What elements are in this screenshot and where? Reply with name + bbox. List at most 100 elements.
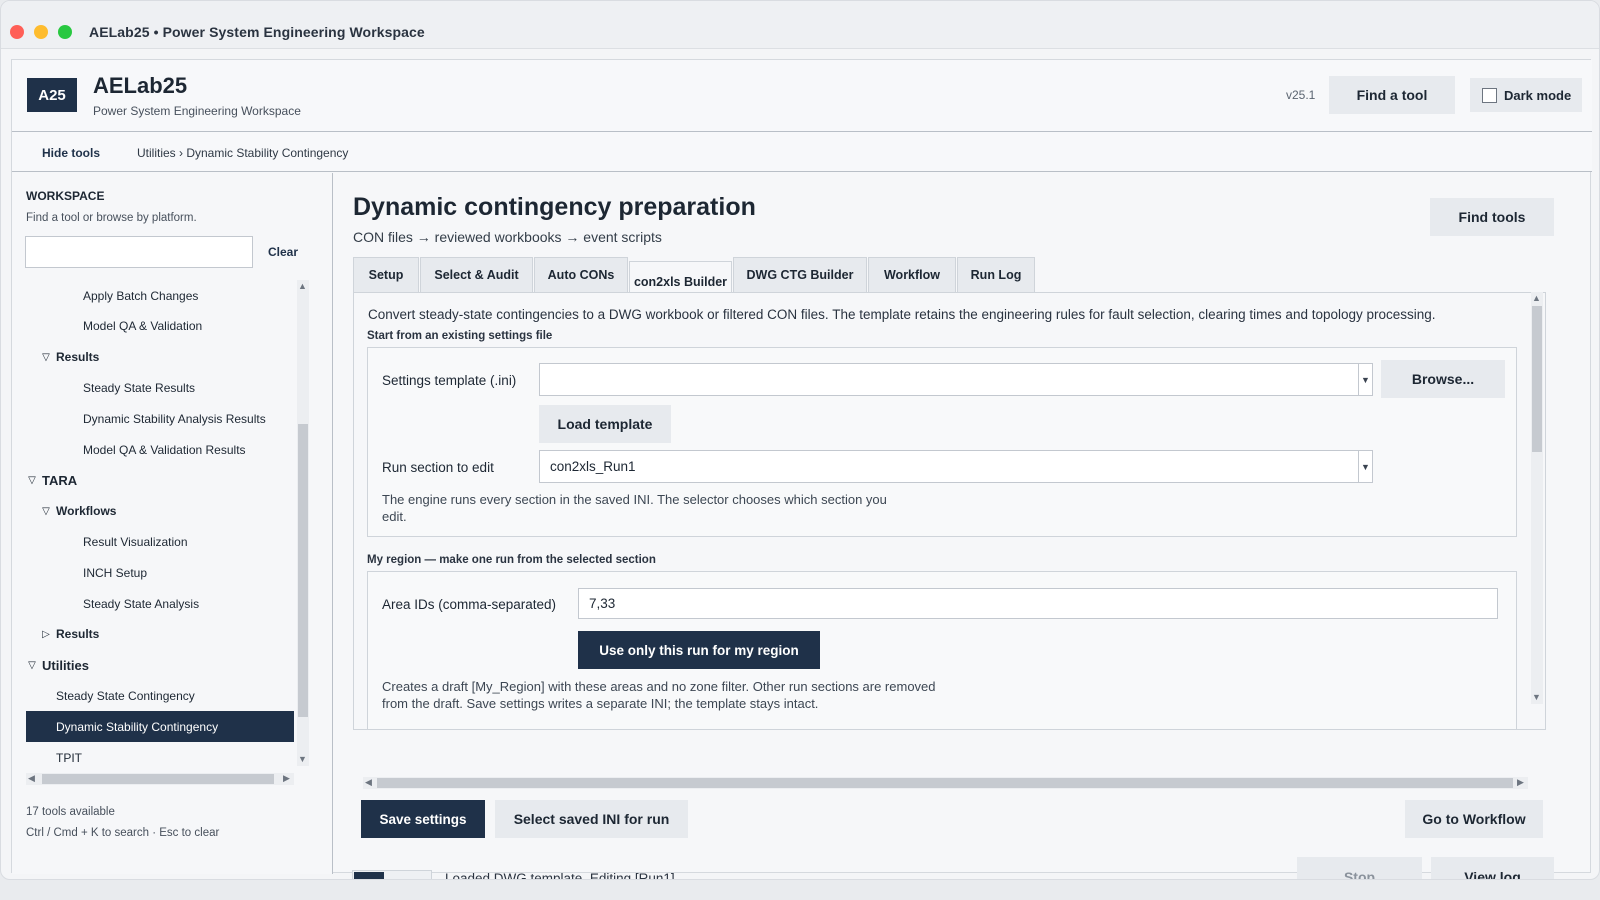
find-tools-button[interactable]: Find tools [1430,198,1554,236]
region-section-title: My region — make one run from the select… [367,554,656,566]
hide-tools-button[interactable]: Hide tools [42,146,100,160]
sidebar-item-label: Steady State Results [83,380,196,395]
sidebar-scroll-thumb[interactable] [298,424,308,717]
dark-mode-toggle[interactable]: Dark mode [1470,78,1582,112]
sidebar-item[interactable]: Steady State Contingency [26,680,294,711]
sidebar-item[interactable]: Dynamic Stability Analysis Results [26,403,294,434]
window-title: AELab25 • Power System Engineering Works… [89,24,425,40]
con2xls-builder-panel: Convert steady-state contingencies to a … [353,292,1546,730]
tab-item[interactable]: Setup [353,257,419,293]
sidebar-item-label: Dynamic Stability Analysis Results [83,411,266,426]
sidebar-item-label: Steady State Analysis [83,596,200,611]
caret-down-icon[interactable]: ▽ [26,660,38,671]
find-a-tool-button[interactable]: Find a tool [1329,76,1455,114]
sidebar-item[interactable]: ▷ Results [26,619,294,650]
tab-item[interactable]: Select & Audit [420,257,533,293]
view-log-button[interactable]: View log [1431,857,1554,879]
settings-section-box: Settings template (.ini) ▼ Browse... Loa… [367,347,1517,537]
scroll-up-icon[interactable]: ▲ [1532,293,1541,303]
sidebar-item[interactable]: INCH Setup [26,557,294,588]
sidebar-item[interactable]: Model QA & Validation [26,311,294,342]
dark-mode-checkbox[interactable] [1482,87,1497,103]
region-help-line2: from the draft. Save settings writes a s… [382,696,819,711]
scroll-right-icon[interactable]: ▶ [283,773,290,784]
workspace-title: WORKSPACE [26,189,105,203]
close-window-button[interactable] [10,25,24,39]
run-section-select[interactable]: con2xls_Run1 [539,450,1359,483]
sidebar-item[interactable]: Apply Batch Changes [26,280,294,311]
run-section-help-line2: edit. [382,509,407,524]
caret-down-icon[interactable]: ▽ [40,352,52,363]
select-saved-ini-button[interactable]: Select saved INI for run [495,800,688,838]
scroll-down-icon[interactable]: ▼ [1532,692,1541,702]
sidebar-item-label: Utilities [42,657,89,673]
tab-item[interactable]: con2xls Builder [629,261,732,295]
sidebar-item-label: Model QA & Validation Results [83,442,246,457]
app-name: AELab25 [93,73,188,98]
sidebar-item[interactable]: TPIT [26,742,294,772]
sidebar-item-label: Model QA & Validation [83,319,203,334]
use-region-button[interactable]: Use only this run for my region [578,631,820,669]
run-section-help-line1: The engine runs every section in the sav… [382,492,887,507]
sidebar-item-label: TARA [42,472,78,488]
caret-down-icon[interactable]: ▽ [40,506,52,517]
scroll-right-icon[interactable]: ▶ [1517,777,1524,788]
sidebar-item[interactable]: Steady State Results [26,372,294,403]
app-container: A25 AELab25 Power System Engineering Wor… [11,59,1592,879]
scroll-down-icon[interactable]: ▼ [298,754,307,764]
sidebar-item-label: Dynamic Stability Contingency [56,719,219,734]
main-content: Dynamic contingency preparation CON file… [334,173,1592,879]
panel-scroll-thumb[interactable] [1532,306,1542,452]
sidebar-horizontal-scrollbar[interactable]: ◀ ▶ [26,773,294,785]
stop-button[interactable]: Stop [1297,857,1422,879]
page-title: Dynamic contingency preparation [353,193,756,221]
tab-item[interactable]: DWG CTG Builder [733,257,867,293]
sidebar-item[interactable]: Steady State Analysis [26,588,294,619]
clear-search-button[interactable]: Clear [268,245,298,259]
go-to-workflow-button[interactable]: Go to Workflow [1405,800,1543,838]
settings-template-label: Settings template (.ini) [382,373,517,388]
sidebar-item-label: TPIT [56,750,82,765]
sidebar-hscroll-thumb[interactable] [42,774,274,784]
load-template-button[interactable]: Load template [539,405,671,443]
sidebar-item-label: Steady State Contingency [56,688,195,703]
status-text: Loaded DWG template. Editing [Run1]. [445,871,679,880]
scroll-left-icon[interactable]: ◀ [28,773,35,784]
panel-horizontal-scrollbar[interactable]: ◀ ▶ [363,777,1528,789]
app-header: A25 AELab25 Power System Engineering Wor… [12,60,1592,132]
tab-item[interactable]: Workflow [868,257,956,293]
scroll-left-icon[interactable]: ◀ [365,777,372,788]
area-ids-input[interactable]: 7,33 [578,588,1498,619]
sidebar-item-label: Results [56,350,100,365]
sidebar-item[interactable]: Result Visualization [26,526,294,557]
sidebar-vertical-scrollbar[interactable]: ▲ ▼ [297,280,309,766]
save-settings-button[interactable]: Save settings [361,800,485,838]
tab-item[interactable]: Run Log [957,257,1035,293]
settings-template-input[interactable] [539,363,1359,396]
breadcrumb-bar: Hide tools Utilities › Dynamic Stability… [12,132,1592,172]
region-help-line1: Creates a draft [My_Region] with these a… [382,679,936,694]
caret-right-icon[interactable]: ▷ [40,629,52,640]
panel-hscroll-thumb[interactable] [377,778,1513,788]
sidebar-item[interactable]: Dynamic Stability Contingency [26,711,294,743]
sidebar-item[interactable]: Model QA & Validation Results [26,434,294,465]
panel-vertical-scrollbar[interactable]: ▲ ▼ [1531,292,1543,704]
app-subtitle: Power System Engineering Workspace [93,104,301,118]
sidebar-item[interactable]: ▽ Utilities [26,650,294,681]
browse-button[interactable]: Browse... [1381,360,1505,398]
workspace-subtitle: Find a tool or browse by platform. [26,212,197,224]
caret-down-icon[interactable]: ▽ [26,475,38,486]
maximize-window-button[interactable] [58,25,72,39]
region-section-box: Area IDs (comma-separated) 7,33 Use only… [367,571,1517,729]
sidebar-item[interactable]: ▽ Workflows [26,496,294,527]
chevron-down-icon[interactable]: ▼ [1359,363,1373,396]
chevron-down-icon[interactable]: ▼ [1359,450,1373,483]
sidebar-item[interactable]: ▽ TARA [26,465,294,496]
scroll-up-icon[interactable]: ▲ [298,281,307,291]
sidebar-item[interactable]: ▽ Results [26,342,294,373]
window-titlebar: AELab25 • Power System Engineering Works… [1,1,1599,49]
minimize-window-button[interactable] [34,25,48,39]
tab-item[interactable]: Auto CONs [534,257,628,293]
tool-search-input[interactable] [25,236,253,268]
sidebar-item-label: Workflows [56,504,117,519]
